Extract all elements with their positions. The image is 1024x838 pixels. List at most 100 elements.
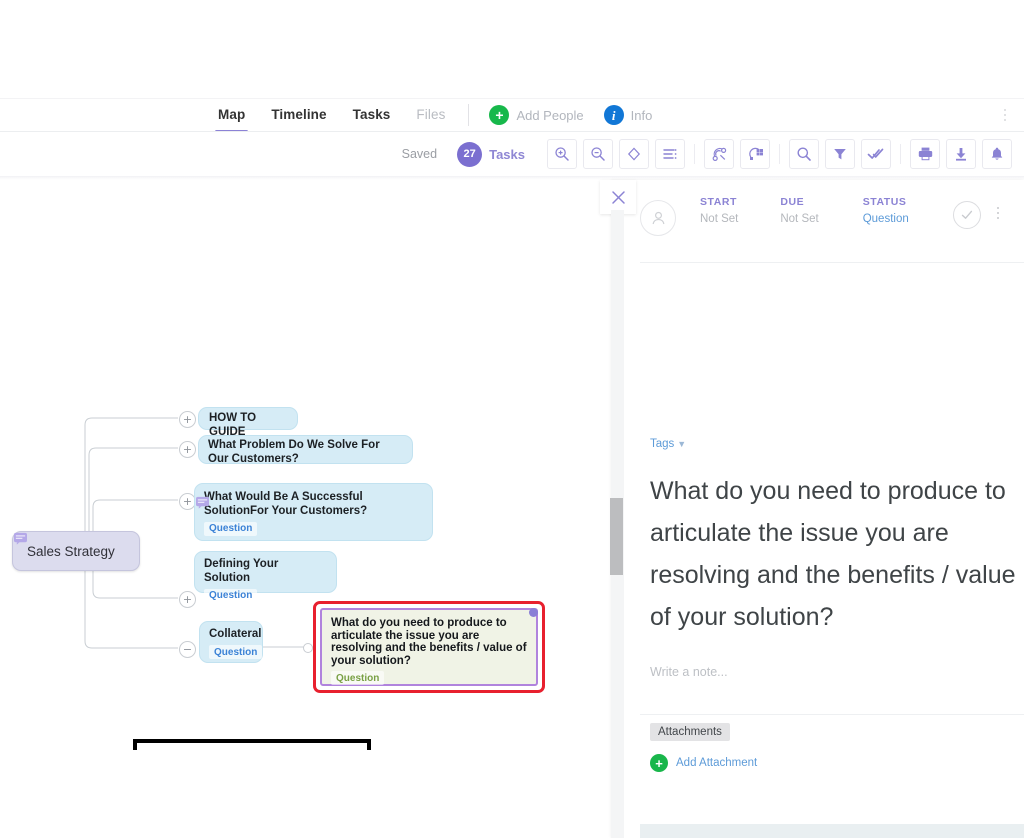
close-icon <box>611 190 625 204</box>
saved-status: Saved <box>401 147 438 161</box>
layout-grid-button[interactable] <box>740 139 770 169</box>
tab-files[interactable]: Files <box>403 100 458 130</box>
map-node-successful-solution[interactable]: What Would Be A Successful SolutionFor Y… <box>194 483 433 541</box>
assignee-avatar[interactable] <box>640 200 676 236</box>
note-divider <box>640 714 1024 715</box>
zoom-in-icon <box>555 147 569 161</box>
tab-map[interactable]: Map <box>205 100 258 133</box>
search-button[interactable] <box>789 139 819 169</box>
map-node-3-title: Defining Your Solution <box>204 558 279 584</box>
zoom-in-button[interactable] <box>547 139 577 169</box>
filter-icon <box>834 149 846 160</box>
zoom-out-button[interactable] <box>583 139 613 169</box>
task-meta-row: START Not Set DUE Not Set STATUS Questio… <box>640 196 1024 258</box>
notifications-button[interactable] <box>982 139 1012 169</box>
map-toolbar: Saved 27 Tasks <box>0 132 1024 176</box>
mark-complete-button[interactable] <box>952 201 981 229</box>
check-circle-icon <box>961 210 972 219</box>
toolbar-controls: Saved 27 Tasks <box>402 132 1012 176</box>
map-node-3-toggle[interactable]: + <box>179 591 196 608</box>
print-button[interactable] <box>910 139 940 169</box>
top-navbar: Map Timeline Tasks Files + Add People i … <box>0 98 1024 133</box>
toolbar-divider-3 <box>900 144 901 164</box>
tasks-counter[interactable]: 27 Tasks <box>457 141 525 167</box>
info-circle-icon: i <box>603 105 624 125</box>
map-node-drag-handle[interactable] <box>529 608 538 617</box>
map-node-1-title: What Problem Do We Solve For Our Custome… <box>208 439 380 465</box>
mindmap-canvas[interactable]: Sales Strategy + HOW TO GUIDE + What Pro… <box>0 180 612 750</box>
meta-start-label: START <box>700 196 737 208</box>
tasks-count-badge: 27 <box>457 141 483 167</box>
map-node-what-problem[interactable]: What Problem Do We Solve For Our Custome… <box>198 435 413 465</box>
panel-scrollbar-track[interactable] <box>610 210 624 838</box>
add-people-button[interactable]: + Add People <box>479 105 593 125</box>
chat-bubble-icon <box>196 496 209 509</box>
note-input[interactable]: Write a note... <box>650 665 1022 709</box>
add-attachment-button[interactable]: + Add Attachment <box>650 754 757 772</box>
navbar-overflow-kebab-icon[interactable] <box>996 105 1014 125</box>
filter-button[interactable] <box>825 139 855 169</box>
panel-scrollbar-thumb[interactable] <box>610 498 623 575</box>
map-node-defining-your-solution[interactable]: Defining Your Solution Question <box>194 551 337 603</box>
outline-icon <box>663 149 677 159</box>
map-node-selected-badge: Question <box>331 671 385 685</box>
map-node-2-badge: Question <box>204 521 258 536</box>
tab-tasks[interactable]: Tasks <box>340 100 404 130</box>
map-node-root[interactable]: Sales Strategy <box>12 531 140 571</box>
map-node-selected[interactable]: What do you need to produce to articulat… <box>320 608 538 686</box>
info-button[interactable]: i Info <box>594 105 663 125</box>
zoom-out-icon <box>591 147 605 161</box>
attachments-label: Attachments <box>650 723 730 741</box>
complete-all-button[interactable] <box>861 139 891 169</box>
plus-circle-icon: + <box>489 105 510 125</box>
download-icon <box>956 148 966 161</box>
map-node-4-title: Collateral <box>209 628 262 640</box>
info-label: Info <box>630 107 653 123</box>
add-attachment-label: Add Attachment <box>676 757 758 769</box>
map-node-0-toggle[interactable]: + <box>179 411 196 428</box>
share-node-button[interactable] <box>704 139 734 169</box>
meta-status[interactable]: STATUS Question <box>863 196 909 225</box>
map-node-selected-title: What do you need to produce to articulat… <box>331 617 527 667</box>
meta-start[interactable]: START Not Set <box>700 196 738 225</box>
add-people-label: Add People <box>516 107 584 123</box>
tags-selector[interactable]: Tags ▼ <box>650 438 686 450</box>
outline-button[interactable] <box>655 139 685 169</box>
meta-due-value: Not Set <box>780 213 819 225</box>
nav-tabs: Map Timeline Tasks Files + Add People i … <box>205 98 663 133</box>
map-node-collateral[interactable]: Collateral Question <box>199 621 263 663</box>
instruction-callout: TYPE & RETURN Simply select a branch and… <box>133 739 371 750</box>
map-node-2-title: What Would Be A Successful SolutionFor Y… <box>204 491 368 517</box>
meta-due[interactable]: DUE Not Set <box>780 196 818 225</box>
map-node-selected-highlight: What do you need to produce to articulat… <box>313 601 545 693</box>
task-title-text[interactable]: What do you need to produce to articulat… <box>650 470 1020 638</box>
map-node-root-label: Sales Strategy <box>27 543 115 559</box>
download-button[interactable] <box>946 139 976 169</box>
print-icon <box>918 147 932 161</box>
meta-status-value: Question <box>862 213 909 225</box>
map-node-4-toggle[interactable]: − <box>179 641 196 658</box>
toolbar-divider-2 <box>779 144 780 164</box>
task-detail-panel: START Not Set DUE Not Set STATUS Questio… <box>600 180 1024 838</box>
mindmap-app: Map Timeline Tasks Files + Add People i … <box>0 98 1024 838</box>
chat-bubble-icon <box>14 532 27 545</box>
map-node-3-badge: Question <box>204 588 258 603</box>
shape-button[interactable] <box>619 139 649 169</box>
tab-timeline[interactable]: Timeline <box>258 100 339 130</box>
meta-status-label: STATUS <box>862 196 907 208</box>
shape-icon <box>627 147 641 161</box>
share-node-icon <box>712 147 726 161</box>
tasks-counter-label: Tasks <box>489 146 525 162</box>
map-node-collateral-connector-dot[interactable] <box>303 643 313 653</box>
meta-divider <box>640 262 1024 263</box>
nav-divider <box>468 104 470 126</box>
meta-due-label: DUE <box>780 196 805 208</box>
toolbar-divider-1 <box>694 144 695 164</box>
layout-grid-icon <box>748 147 763 160</box>
map-node-4-badge: Question <box>209 645 263 659</box>
meta-start-value: Not Set <box>700 213 739 225</box>
map-node-how-to-guide[interactable]: HOW TO GUIDE <box>198 407 298 438</box>
panel-overflow-kebab-icon[interactable] <box>991 202 1005 224</box>
map-node-1-toggle[interactable]: + <box>179 441 196 458</box>
panel-body: START Not Set DUE Not Set STATUS Questio… <box>626 180 1024 838</box>
